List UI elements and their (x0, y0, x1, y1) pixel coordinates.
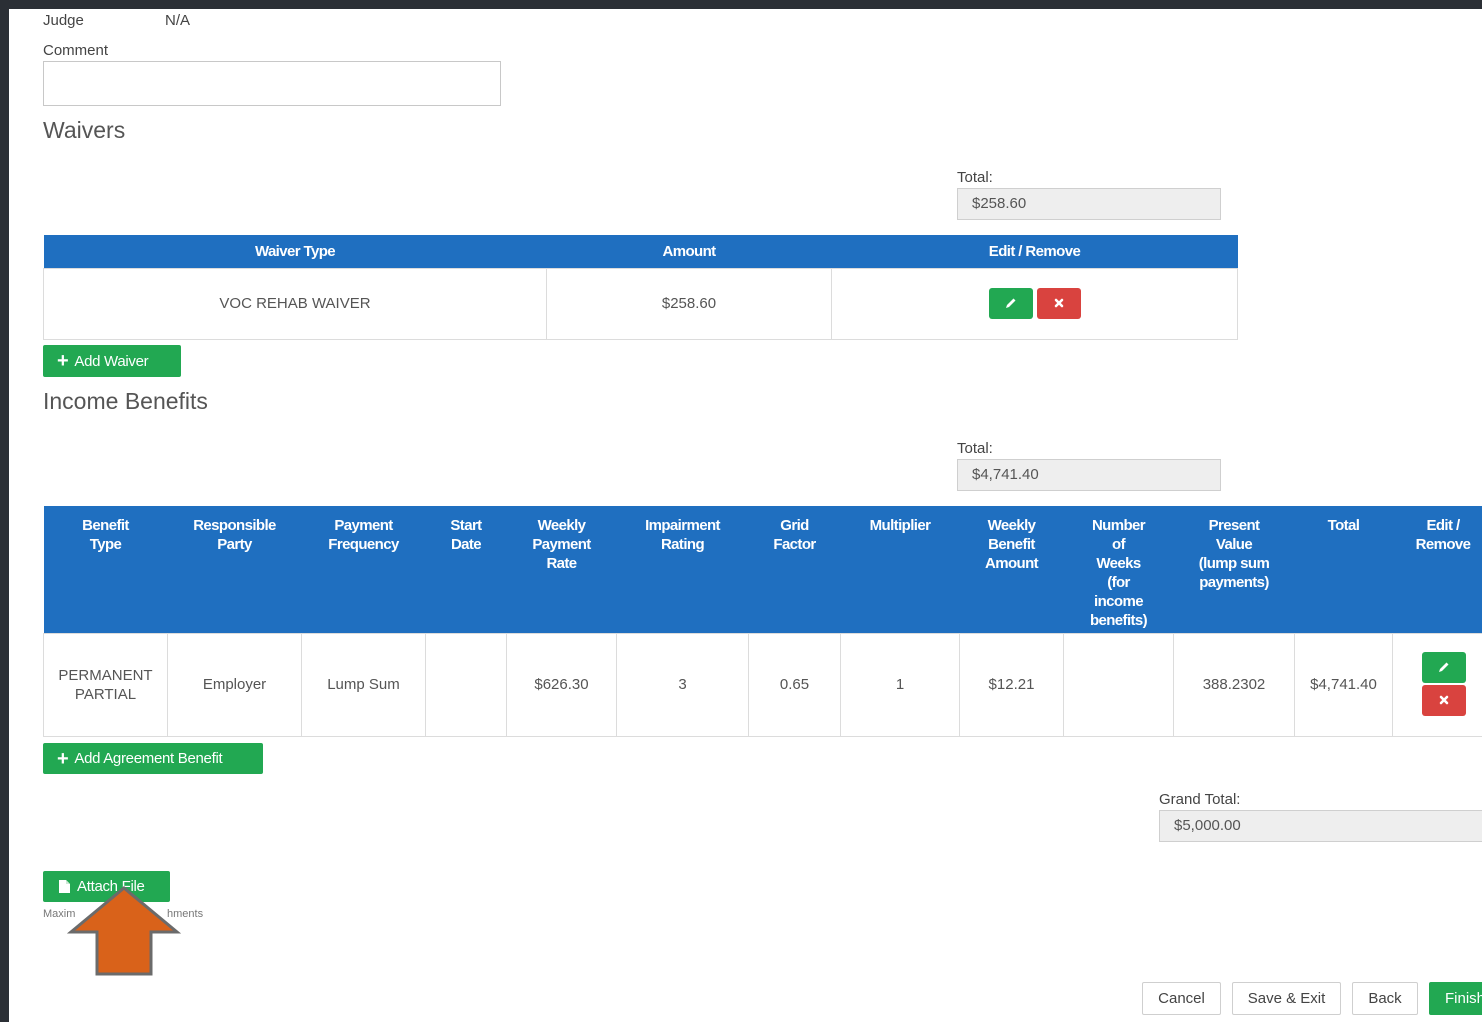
multiplier-cell: 1 (840, 632, 960, 737)
income-benefits-title: Income Benefits (43, 388, 208, 414)
weekly-payment-rate-cell: $626.30 (506, 632, 617, 737)
number-of-weeks-cell (1063, 632, 1174, 737)
header-responsible-party: Responsible Party (167, 506, 302, 633)
pencil-icon (1006, 298, 1016, 308)
income-benefits-table: Benefit Type Responsible Party Payment Freq… (43, 506, 1482, 737)
grand-total-field: $5,000.00 (1159, 810, 1482, 842)
income-total-label: Total: (957, 440, 993, 457)
header-weekly-benefit-amount: Weekly Benefit Amount (959, 506, 1064, 633)
header-impairment-rating: Impairment Rating (616, 506, 749, 633)
waivers-header-row: Waiver Type Amount Edit / Remove (43, 235, 1238, 268)
finish-button[interactable]: Finish (1429, 982, 1482, 1015)
comment-field[interactable] (43, 61, 501, 106)
waivers-total-label: Total: (957, 169, 993, 186)
waiver-type-cell: VOC REHAB WAIVER (43, 267, 547, 340)
weekly-benefit-amount-cell: $12.21 (959, 632, 1064, 737)
add-waiver-label: Add Waiver (74, 352, 149, 370)
waiver-remove-button[interactable] (1037, 287, 1081, 319)
header-present-value: Present Value (lump sum payments) (1173, 506, 1295, 633)
total-cell: $4,741.40 (1294, 632, 1393, 737)
income-total-field: $4,741.40 (957, 459, 1221, 491)
cancel-button[interactable]: Cancel (1142, 982, 1221, 1015)
present-value-cell: 388.2302 (1173, 632, 1295, 737)
save-exit-button[interactable]: Save & Exit (1232, 982, 1341, 1015)
add-agreement-benefit-label: Add Agreement Benefit (74, 750, 223, 767)
waivers-title: Waivers (43, 117, 126, 143)
responsible-party-cell: Employer (167, 632, 302, 737)
impairment-rating-cell: 3 (616, 632, 749, 737)
grand-total-label: Grand Total: (1159, 791, 1241, 808)
header-benefit-type: Benefit Type (43, 506, 168, 633)
plus-icon: + (57, 350, 69, 372)
table-row: VOC REHAB WAIVER $258.60 (43, 267, 1238, 340)
header-edit-remove: Edit / Remove (831, 235, 1238, 268)
table-row: PERMANENT PARTIAL Employer Lump Sum $626.… (43, 632, 1482, 737)
page: Judge N/A Comment Waivers Total: $258.60… (9, 9, 1482, 1022)
comment-label: Comment (43, 42, 109, 59)
header-waiver-type: Waiver Type (43, 235, 547, 268)
header-grid-factor: Grid Factor (748, 506, 841, 633)
add-agreement-benefit-button[interactable]: + Add Agreement Benefit (43, 743, 263, 774)
waivers-table: Waiver Type Amount Edit / Remove VOC REH… (43, 235, 1238, 340)
start-date-cell (425, 632, 507, 737)
benefit-type-cell: PERMANENT PARTIAL (43, 632, 168, 737)
grid-factor-cell: 0.65 (748, 632, 841, 737)
header-number-of-weeks: Number of Weeks (for income benefits) (1063, 506, 1174, 633)
income-header-row: Benefit Type Responsible Party Payment Freq… (43, 506, 1482, 633)
header-payment-frequency: Payment Frequency (301, 506, 426, 633)
header-start-date: Start Date (425, 506, 507, 633)
pencil-icon (1439, 662, 1449, 672)
x-icon (1054, 298, 1064, 308)
waiver-actions-cell (831, 267, 1238, 340)
income-actions-cell (1392, 632, 1482, 737)
back-button[interactable]: Back (1352, 982, 1418, 1015)
waivers-total-field: $258.60 (957, 188, 1221, 220)
up-arrow-icon (67, 886, 181, 976)
income-remove-button[interactable] (1422, 684, 1466, 716)
header-edit-remove: Edit / Remove (1392, 506, 1482, 633)
judge-value: N/A (165, 12, 191, 29)
header-weekly-payment-rate: Weekly Payment Rate (506, 506, 617, 633)
header-multiplier: Multiplier (840, 506, 960, 633)
x-icon (1439, 695, 1449, 705)
plus-icon: + (57, 747, 69, 770)
income-edit-button[interactable] (1422, 651, 1466, 683)
header-amount: Amount (546, 235, 832, 268)
waiver-edit-button[interactable] (989, 287, 1033, 319)
waiver-amount-cell: $258.60 (546, 267, 832, 340)
add-waiver-button[interactable]: + Add Waiver (43, 345, 181, 377)
header-total: Total (1294, 506, 1393, 633)
judge-label: Judge (43, 12, 84, 29)
payment-frequency-cell: Lump Sum (301, 632, 426, 737)
